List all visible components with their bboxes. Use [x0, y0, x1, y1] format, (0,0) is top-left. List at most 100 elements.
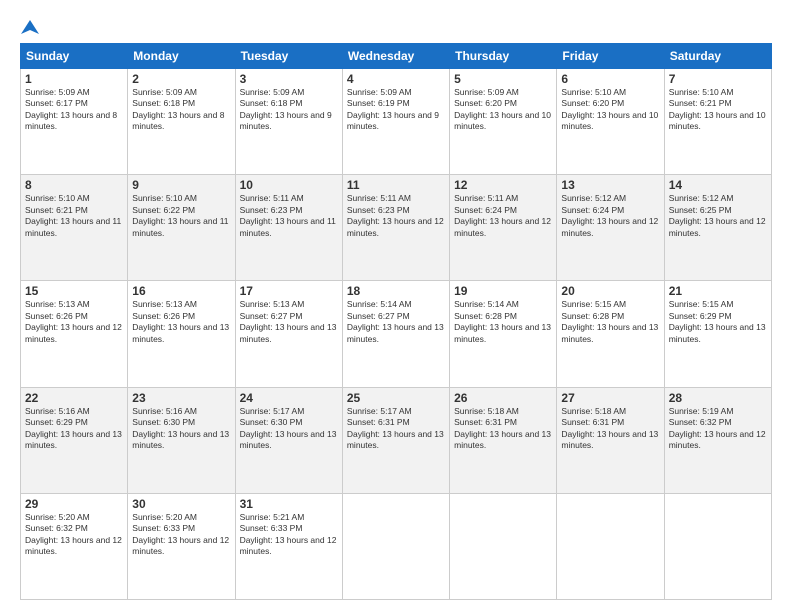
- day-info: Sunrise: 5:20 AM Sunset: 6:33 PM Dayligh…: [132, 512, 230, 558]
- day-of-week-header: Wednesday: [342, 44, 449, 69]
- day-info: Sunrise: 5:09 AM Sunset: 6:17 PM Dayligh…: [25, 87, 123, 133]
- day-info: Sunrise: 5:18 AM Sunset: 6:31 PM Dayligh…: [454, 406, 552, 452]
- day-number: 5: [454, 72, 552, 86]
- calendar-cell: 8 Sunrise: 5:10 AM Sunset: 6:21 PM Dayli…: [21, 175, 128, 281]
- day-info: Sunrise: 5:09 AM Sunset: 6:18 PM Dayligh…: [240, 87, 338, 133]
- calendar-cell: 16 Sunrise: 5:13 AM Sunset: 6:26 PM Dayl…: [128, 281, 235, 387]
- calendar-cell: 18 Sunrise: 5:14 AM Sunset: 6:27 PM Dayl…: [342, 281, 449, 387]
- day-info: Sunrise: 5:09 AM Sunset: 6:19 PM Dayligh…: [347, 87, 445, 133]
- day-info: Sunrise: 5:14 AM Sunset: 6:27 PM Dayligh…: [347, 299, 445, 345]
- day-number: 28: [669, 391, 767, 405]
- header: [20, 18, 772, 33]
- calendar-cell: 30 Sunrise: 5:20 AM Sunset: 6:33 PM Dayl…: [128, 493, 235, 599]
- calendar-cell: 6 Sunrise: 5:10 AM Sunset: 6:20 PM Dayli…: [557, 69, 664, 175]
- day-info: Sunrise: 5:16 AM Sunset: 6:30 PM Dayligh…: [132, 406, 230, 452]
- day-info: Sunrise: 5:09 AM Sunset: 6:20 PM Dayligh…: [454, 87, 552, 133]
- calendar-cell: [450, 493, 557, 599]
- calendar-cell: 1 Sunrise: 5:09 AM Sunset: 6:17 PM Dayli…: [21, 69, 128, 175]
- day-number: 27: [561, 391, 659, 405]
- day-of-week-header: Sunday: [21, 44, 128, 69]
- calendar-week-row: 22 Sunrise: 5:16 AM Sunset: 6:29 PM Dayl…: [21, 387, 772, 493]
- day-number: 8: [25, 178, 123, 192]
- day-info: Sunrise: 5:15 AM Sunset: 6:28 PM Dayligh…: [561, 299, 659, 345]
- day-info: Sunrise: 5:13 AM Sunset: 6:27 PM Dayligh…: [240, 299, 338, 345]
- calendar-cell: 26 Sunrise: 5:18 AM Sunset: 6:31 PM Dayl…: [450, 387, 557, 493]
- day-info: Sunrise: 5:11 AM Sunset: 6:23 PM Dayligh…: [240, 193, 338, 239]
- day-info: Sunrise: 5:15 AM Sunset: 6:29 PM Dayligh…: [669, 299, 767, 345]
- day-info: Sunrise: 5:13 AM Sunset: 6:26 PM Dayligh…: [132, 299, 230, 345]
- day-number: 12: [454, 178, 552, 192]
- calendar-cell: 13 Sunrise: 5:12 AM Sunset: 6:24 PM Dayl…: [557, 175, 664, 281]
- page: SundayMondayTuesdayWednesdayThursdayFrid…: [0, 0, 792, 612]
- calendar-cell: 29 Sunrise: 5:20 AM Sunset: 6:32 PM Dayl…: [21, 493, 128, 599]
- calendar-cell: 3 Sunrise: 5:09 AM Sunset: 6:18 PM Dayli…: [235, 69, 342, 175]
- calendar-cell: 14 Sunrise: 5:12 AM Sunset: 6:25 PM Dayl…: [664, 175, 771, 281]
- day-of-week-header: Thursday: [450, 44, 557, 69]
- day-number: 3: [240, 72, 338, 86]
- calendar-week-row: 29 Sunrise: 5:20 AM Sunset: 6:32 PM Dayl…: [21, 493, 772, 599]
- calendar-cell: 24 Sunrise: 5:17 AM Sunset: 6:30 PM Dayl…: [235, 387, 342, 493]
- day-info: Sunrise: 5:11 AM Sunset: 6:24 PM Dayligh…: [454, 193, 552, 239]
- day-info: Sunrise: 5:12 AM Sunset: 6:24 PM Dayligh…: [561, 193, 659, 239]
- logo: [20, 18, 39, 33]
- day-number: 10: [240, 178, 338, 192]
- day-number: 19: [454, 284, 552, 298]
- logo-bird-icon: [21, 18, 39, 36]
- day-info: Sunrise: 5:10 AM Sunset: 6:20 PM Dayligh…: [561, 87, 659, 133]
- day-of-week-header: Tuesday: [235, 44, 342, 69]
- day-info: Sunrise: 5:19 AM Sunset: 6:32 PM Dayligh…: [669, 406, 767, 452]
- day-number: 11: [347, 178, 445, 192]
- calendar-cell: 5 Sunrise: 5:09 AM Sunset: 6:20 PM Dayli…: [450, 69, 557, 175]
- calendar-cell: 31 Sunrise: 5:21 AM Sunset: 6:33 PM Dayl…: [235, 493, 342, 599]
- day-info: Sunrise: 5:10 AM Sunset: 6:21 PM Dayligh…: [669, 87, 767, 133]
- day-number: 21: [669, 284, 767, 298]
- day-info: Sunrise: 5:11 AM Sunset: 6:23 PM Dayligh…: [347, 193, 445, 239]
- calendar-cell: 21 Sunrise: 5:15 AM Sunset: 6:29 PM Dayl…: [664, 281, 771, 387]
- day-info: Sunrise: 5:21 AM Sunset: 6:33 PM Dayligh…: [240, 512, 338, 558]
- calendar-cell: 20 Sunrise: 5:15 AM Sunset: 6:28 PM Dayl…: [557, 281, 664, 387]
- day-of-week-header: Monday: [128, 44, 235, 69]
- calendar-cell: 10 Sunrise: 5:11 AM Sunset: 6:23 PM Dayl…: [235, 175, 342, 281]
- day-of-week-header: Friday: [557, 44, 664, 69]
- calendar-table: SundayMondayTuesdayWednesdayThursdayFrid…: [20, 43, 772, 600]
- day-info: Sunrise: 5:16 AM Sunset: 6:29 PM Dayligh…: [25, 406, 123, 452]
- day-info: Sunrise: 5:13 AM Sunset: 6:26 PM Dayligh…: [25, 299, 123, 345]
- day-number: 1: [25, 72, 123, 86]
- calendar-cell: 15 Sunrise: 5:13 AM Sunset: 6:26 PM Dayl…: [21, 281, 128, 387]
- day-info: Sunrise: 5:17 AM Sunset: 6:30 PM Dayligh…: [240, 406, 338, 452]
- day-number: 23: [132, 391, 230, 405]
- day-info: Sunrise: 5:20 AM Sunset: 6:32 PM Dayligh…: [25, 512, 123, 558]
- day-number: 26: [454, 391, 552, 405]
- calendar-cell: 22 Sunrise: 5:16 AM Sunset: 6:29 PM Dayl…: [21, 387, 128, 493]
- day-info: Sunrise: 5:14 AM Sunset: 6:28 PM Dayligh…: [454, 299, 552, 345]
- calendar-cell: 11 Sunrise: 5:11 AM Sunset: 6:23 PM Dayl…: [342, 175, 449, 281]
- calendar-cell: [342, 493, 449, 599]
- calendar-cell: 27 Sunrise: 5:18 AM Sunset: 6:31 PM Dayl…: [557, 387, 664, 493]
- calendar-cell: 17 Sunrise: 5:13 AM Sunset: 6:27 PM Dayl…: [235, 281, 342, 387]
- day-number: 18: [347, 284, 445, 298]
- day-info: Sunrise: 5:18 AM Sunset: 6:31 PM Dayligh…: [561, 406, 659, 452]
- day-number: 31: [240, 497, 338, 511]
- day-info: Sunrise: 5:12 AM Sunset: 6:25 PM Dayligh…: [669, 193, 767, 239]
- calendar-cell: 2 Sunrise: 5:09 AM Sunset: 6:18 PM Dayli…: [128, 69, 235, 175]
- day-info: Sunrise: 5:17 AM Sunset: 6:31 PM Dayligh…: [347, 406, 445, 452]
- day-number: 2: [132, 72, 230, 86]
- calendar-cell: 4 Sunrise: 5:09 AM Sunset: 6:19 PM Dayli…: [342, 69, 449, 175]
- calendar-cell: 9 Sunrise: 5:10 AM Sunset: 6:22 PM Dayli…: [128, 175, 235, 281]
- calendar-cell: 28 Sunrise: 5:19 AM Sunset: 6:32 PM Dayl…: [664, 387, 771, 493]
- day-number: 13: [561, 178, 659, 192]
- day-number: 4: [347, 72, 445, 86]
- day-number: 22: [25, 391, 123, 405]
- day-number: 16: [132, 284, 230, 298]
- calendar-week-row: 15 Sunrise: 5:13 AM Sunset: 6:26 PM Dayl…: [21, 281, 772, 387]
- calendar-week-row: 1 Sunrise: 5:09 AM Sunset: 6:17 PM Dayli…: [21, 69, 772, 175]
- calendar-header-row: SundayMondayTuesdayWednesdayThursdayFrid…: [21, 44, 772, 69]
- calendar-cell: 7 Sunrise: 5:10 AM Sunset: 6:21 PM Dayli…: [664, 69, 771, 175]
- day-of-week-header: Saturday: [664, 44, 771, 69]
- day-info: Sunrise: 5:10 AM Sunset: 6:22 PM Dayligh…: [132, 193, 230, 239]
- calendar-cell: 12 Sunrise: 5:11 AM Sunset: 6:24 PM Dayl…: [450, 175, 557, 281]
- day-info: Sunrise: 5:09 AM Sunset: 6:18 PM Dayligh…: [132, 87, 230, 133]
- day-number: 20: [561, 284, 659, 298]
- day-number: 25: [347, 391, 445, 405]
- day-number: 14: [669, 178, 767, 192]
